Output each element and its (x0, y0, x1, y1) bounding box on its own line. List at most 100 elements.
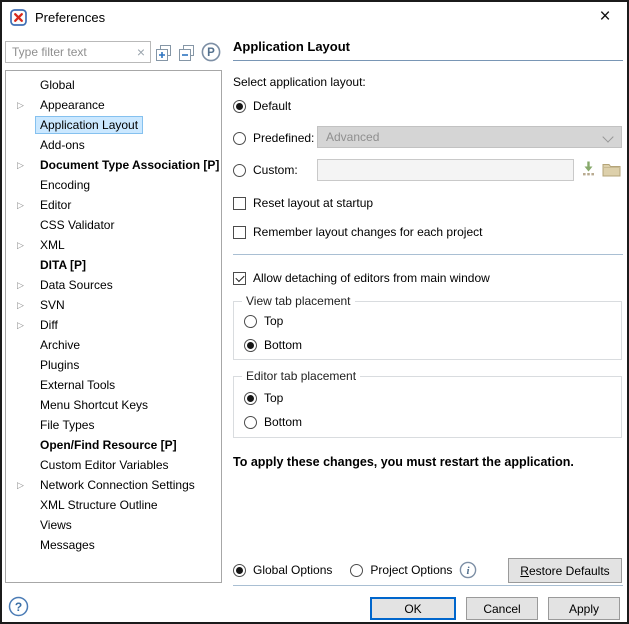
browse-folder-icon[interactable] (602, 162, 621, 177)
tree-item-label: Menu Shortcut Keys (35, 396, 153, 414)
chevron-down-icon (602, 131, 613, 142)
remember-layout-option[interactable]: Remember layout changes for each project (233, 225, 482, 239)
tree-item[interactable]: Custom Editor Variables (6, 455, 221, 475)
editor-tab-top-option[interactable]: Top (244, 391, 283, 405)
clear-filter-icon[interactable]: × (132, 44, 150, 60)
ok-button[interactable]: OK (370, 597, 456, 620)
view-tab-bottom-radio[interactable] (244, 339, 257, 352)
tree-item-label: Global (35, 76, 80, 94)
layout-custom-option[interactable]: Custom: (233, 163, 298, 177)
global-options-radio[interactable] (233, 564, 246, 577)
editor-tab-placement-group: Editor tab placement Top Bottom (233, 376, 622, 438)
help-icon[interactable]: ? (8, 596, 29, 617)
expand-arrow-icon[interactable]: ▷ (14, 320, 27, 331)
filter-input[interactable] (6, 45, 132, 59)
tree-item[interactable]: Archive (6, 335, 221, 355)
allow-detach-option[interactable]: Allow detaching of editors from main win… (233, 271, 490, 285)
expand-all-icon[interactable] (155, 44, 172, 61)
tree-item[interactable]: ▷ SVN (6, 295, 221, 315)
view-tab-top-option[interactable]: Top (244, 314, 283, 328)
layout-default-option[interactable]: Default (233, 99, 291, 113)
tree-item-label: Appearance (35, 96, 110, 114)
expand-arrow-icon[interactable]: ▷ (14, 160, 27, 171)
remember-layout-checkbox[interactable] (233, 226, 246, 239)
expand-arrow-icon[interactable]: ▷ (14, 240, 27, 251)
tree-item[interactable]: ▷Editor (6, 195, 221, 215)
view-tab-top-radio[interactable] (244, 315, 257, 328)
editor-tab-group-title: Editor tab placement (242, 369, 360, 383)
editor-tab-bottom-option[interactable]: Bottom (244, 415, 302, 429)
svg-text:?: ? (15, 600, 22, 614)
custom-layout-field (317, 159, 574, 181)
predefined-layout-select[interactable]: Advanced (317, 126, 622, 148)
tree-item[interactable]: External Tools (6, 375, 221, 395)
expand-arrow-icon[interactable]: ▷ (14, 200, 27, 211)
expand-arrow-icon[interactable]: ▷ (14, 300, 27, 311)
tree-item[interactable]: Plugins (6, 355, 221, 375)
project-options-filter-icon[interactable]: P (201, 42, 221, 62)
tree-item[interactable]: ▷Network Connection Settings (6, 475, 221, 495)
tree-item[interactable]: ▷ Appearance (6, 95, 221, 115)
reset-layout-option[interactable]: Reset layout at startup (233, 196, 373, 210)
custom-layout-input[interactable] (318, 160, 577, 182)
tree-item-label: Archive (35, 336, 85, 354)
view-tab-group-title: View tab placement (242, 294, 355, 308)
global-options-label: Global Options (253, 563, 332, 577)
download-layout-icon[interactable] (580, 160, 597, 177)
tree-item[interactable]: Application Layout (6, 115, 221, 135)
tree-item-label: Custom Editor Variables (35, 456, 174, 474)
tree-item-label: Data Sources (35, 276, 118, 294)
tree-item-label: Application Layout (35, 116, 143, 134)
tree-item[interactable]: Messages (6, 535, 221, 555)
tree-item[interactable]: XML Structure Outline (6, 495, 221, 515)
tree-item-label: External Tools (35, 376, 120, 394)
restore-defaults-button[interactable]: Restore Defaults (508, 558, 622, 583)
svg-text:P: P (207, 47, 215, 59)
project-options-radio[interactable] (350, 564, 363, 577)
default-radio[interactable] (233, 100, 246, 113)
filter-field: × (5, 41, 151, 63)
layout-predefined-option[interactable]: Predefined: (233, 131, 314, 145)
tree-item[interactable]: Encoding (6, 175, 221, 195)
title-bar: Preferences × (2, 2, 627, 32)
tree-item[interactable]: ▷ Data Sources (6, 275, 221, 295)
tree-item[interactable]: ▷Diff (6, 315, 221, 335)
editor-tab-bottom-radio[interactable] (244, 416, 257, 429)
tree-item[interactable]: Views (6, 515, 221, 535)
tree-item-label: Encoding (35, 176, 95, 194)
tree-item-label: Views (35, 516, 77, 534)
expand-arrow-icon[interactable]: ▷ (14, 280, 27, 291)
editor-tab-top-radio[interactable] (244, 392, 257, 405)
allow-detach-label: Allow detaching of editors from main win… (253, 271, 490, 285)
close-icon[interactable]: × (583, 2, 627, 32)
tree-item[interactable]: ▷XML (6, 235, 221, 255)
tree-item[interactable]: ▷ Document Type Association [P] (6, 155, 221, 175)
custom-label: Custom: (253, 163, 298, 177)
apply-button[interactable]: Apply (548, 597, 620, 620)
allow-detach-checkbox[interactable] (233, 272, 246, 285)
custom-radio[interactable] (233, 164, 246, 177)
expand-arrow-icon[interactable]: ▷ (14, 480, 27, 491)
tree-item[interactable]: DITA [P] (6, 255, 221, 275)
footer-divider (233, 585, 623, 586)
reset-layout-checkbox[interactable] (233, 197, 246, 210)
tree-item[interactable]: Add-ons (6, 135, 221, 155)
tree-item[interactable]: Menu Shortcut Keys (6, 395, 221, 415)
collapse-all-icon[interactable] (178, 44, 195, 61)
restart-warning: To apply these changes, you must restart… (233, 455, 574, 469)
reset-layout-label: Reset layout at startup (253, 196, 373, 210)
tree-item[interactable]: CSS Validator (6, 215, 221, 235)
tree-item[interactable]: File Types (6, 415, 221, 435)
tree-item-label: SVN (35, 296, 70, 314)
view-tab-bottom-option[interactable]: Bottom (244, 338, 302, 352)
tree-item-label: Document Type Association [P] (35, 156, 222, 174)
expand-arrow-icon[interactable]: ▷ (14, 100, 27, 111)
cancel-button[interactable]: Cancel (466, 597, 538, 620)
app-logo-icon (10, 9, 27, 26)
tree-item[interactable]: Global (6, 75, 221, 95)
predefined-radio[interactable] (233, 132, 246, 145)
tree-item[interactable]: Open/Find Resource [P] (6, 435, 221, 455)
info-icon[interactable]: i (459, 561, 477, 579)
tree-item-label: CSS Validator (35, 216, 119, 234)
select-layout-label: Select application layout: (233, 75, 366, 89)
